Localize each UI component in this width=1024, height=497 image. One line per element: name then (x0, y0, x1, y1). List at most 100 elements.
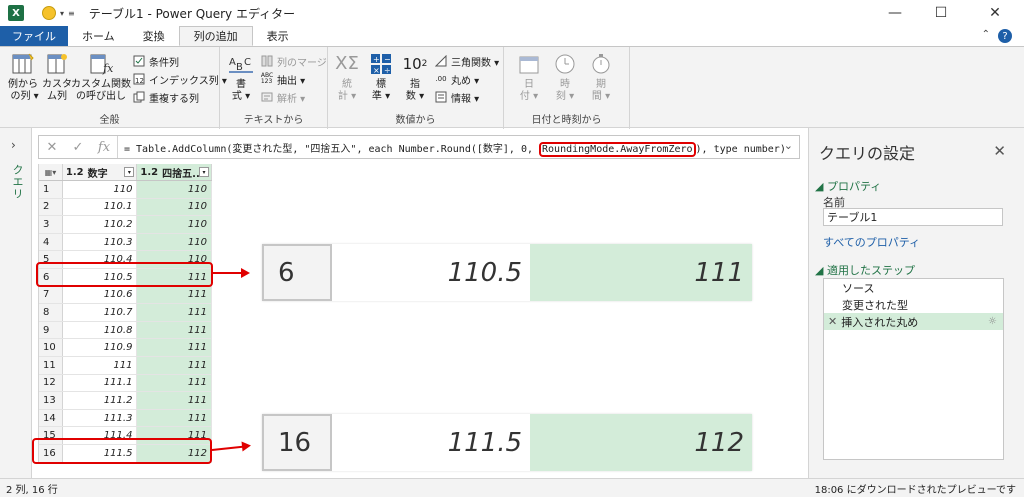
query-name-field[interactable]: テーブル1 (823, 208, 1003, 226)
confirm-formula-icon[interactable]: ✓ (65, 140, 91, 155)
table-row[interactable]: 10 110.9 111 (39, 339, 212, 357)
column-header-rounded[interactable]: 1.2 四捨五... ▾ (137, 164, 212, 180)
gear-icon[interactable]: ☼ (988, 316, 997, 327)
tab-file[interactable]: ファイル (0, 26, 68, 46)
applied-steps-header[interactable]: ◢ 適用したステップ (815, 262, 915, 278)
cell-rounded[interactable]: 111 (137, 356, 212, 374)
duplicate-column-button[interactable]: 重複する列 (132, 89, 199, 105)
smiley-feedback-icon[interactable] (42, 6, 56, 20)
function-fx-icon: fx (88, 51, 114, 77)
cell-rounded[interactable]: 110 (137, 198, 212, 216)
cell-number[interactable]: 111.1 (63, 374, 138, 392)
cell-number[interactable]: 110.2 (63, 216, 138, 233)
cell-number[interactable]: 110.1 (63, 198, 138, 216)
queries-pane-collapsed[interactable]: › クエリ (0, 128, 32, 478)
conditional-column-button[interactable]: 条件列 (132, 53, 179, 69)
index-column-button[interactable]: 12 インデックス列 ▾ (132, 71, 227, 87)
expand-formula-icon[interactable]: ⌄ (784, 139, 793, 152)
table-row[interactable]: 3 110.2 110 (39, 216, 212, 234)
table-row[interactable]: 12 111.1 111 (39, 374, 212, 393)
formula-input[interactable]: = Table.AddColumn(変更された型, "四捨五入", each N… (124, 140, 786, 157)
arrow-row-16 (211, 445, 244, 451)
cell-rounded[interactable]: 111 (137, 286, 212, 304)
filter-dropdown-icon[interactable]: ▾ (198, 167, 209, 177)
cell-number[interactable]: 111 (63, 356, 138, 374)
duration-button[interactable]: 期 間 ▾ (586, 51, 616, 103)
format-button[interactable]: ABC 書 式 ▾ (226, 51, 256, 103)
delete-step-icon[interactable]: ✕ (828, 315, 837, 328)
status-row-count: 2 列, 16 行 (6, 484, 58, 496)
cell-rounded[interactable]: 110 (137, 233, 212, 251)
time-button[interactable]: 時 刻 ▾ (550, 51, 580, 103)
duplicate-column-label: 重複する列 (149, 93, 199, 105)
close-button[interactable]: ✕ (972, 0, 1018, 26)
filter-dropdown-icon[interactable]: ▾ (124, 167, 135, 177)
cell-rounded[interactable]: 111 (137, 339, 212, 356)
information-button[interactable]: 情報 ▾ (434, 89, 479, 105)
scientific-button[interactable]: 10 2 指 数 ▾ (400, 51, 430, 103)
cell-number[interactable]: 110 (63, 181, 138, 198)
quick-access-dropdown-icon[interactable]: ▾ (60, 9, 64, 18)
customize-toolbar-icon[interactable]: ≡ (68, 9, 75, 18)
all-properties-link[interactable]: すべてのプロパティ (823, 234, 920, 250)
cell-rounded[interactable]: 111 (137, 321, 212, 339)
fx-icon[interactable]: fx (91, 140, 117, 155)
table-row[interactable]: 4 110.3 110 (39, 233, 212, 252)
table-row[interactable]: 11 111 111 (39, 356, 212, 375)
cell-rounded[interactable]: 111 (137, 374, 212, 392)
cell-number[interactable]: 110.7 (63, 304, 138, 321)
step-label: ソース (842, 281, 875, 295)
table-row[interactable]: 7 110.6 111 (39, 286, 212, 305)
parse-button[interactable]: 解析 ▾ (260, 89, 305, 105)
cell-number[interactable]: 110.3 (63, 233, 138, 251)
rounding-button[interactable]: .00 丸め ▾ (434, 71, 479, 87)
properties-header[interactable]: ◢ プロパティ (815, 178, 881, 194)
svg-text:fx: fx (102, 62, 113, 75)
table-menu-icon[interactable]: ▦▾ (39, 164, 63, 180)
cell-rounded[interactable]: 110 (137, 216, 212, 233)
cell-number[interactable]: 110.9 (63, 339, 138, 356)
table-row[interactable]: 9 110.8 111 (39, 321, 212, 340)
formula-highlight: RoundingMode.AwayFromZero (539, 141, 696, 157)
cell-rounded[interactable]: 111 (137, 392, 212, 409)
table-row[interactable]: 8 110.7 111 (39, 304, 212, 322)
cell-number[interactable]: 110.8 (63, 321, 138, 339)
standard-button[interactable]: + − × ÷ 標 準 ▾ (366, 51, 396, 103)
collapse-ribbon-icon[interactable]: ⌃ (982, 29, 990, 40)
step-item[interactable]: 変更された型 (824, 296, 1003, 313)
maximize-button[interactable]: ☐ (918, 0, 964, 26)
chevron-right-icon[interactable]: › (11, 138, 16, 152)
cell-number[interactable]: 111.2 (63, 392, 138, 409)
merge-columns-button[interactable]: 列のマージ (260, 53, 327, 69)
column-name-label: 数字 (87, 168, 108, 180)
close-icon[interactable]: ✕ (993, 142, 1006, 160)
cell-number[interactable]: 110.6 (63, 286, 138, 304)
tab-add-column[interactable]: 列の追加 (178, 26, 253, 46)
tab-home[interactable]: ホーム (68, 26, 129, 46)
scientific-power-icon: 10 2 (402, 55, 428, 73)
date-button[interactable]: 日 付 ▾ (514, 51, 544, 103)
column-from-examples-button[interactable]: 例から の列 ▾ (6, 51, 40, 103)
table-row[interactable]: 1 110 110 (39, 181, 212, 199)
help-icon[interactable]: ? (998, 29, 1012, 43)
table-row[interactable]: 13 111.2 111 (39, 392, 212, 410)
tab-transform[interactable]: 変換 (129, 26, 179, 46)
cancel-formula-icon[interactable]: ✕ (39, 140, 65, 155)
table-row[interactable]: 14 111.3 111 (39, 409, 212, 428)
step-item-selected[interactable]: ✕ 挿入された丸め ☼ (824, 313, 1003, 330)
cell-rounded[interactable]: 110 (137, 181, 212, 198)
invoke-custom-function-button[interactable]: fx カスタム関数 の呼び出し (71, 51, 131, 103)
column-header-number[interactable]: 1.2 数字 ▾ (63, 164, 138, 180)
custom-column-button[interactable]: カスタ ム列 (42, 51, 72, 103)
extract-button[interactable]: ABC 123 抽出 ▾ (260, 71, 305, 87)
ribbon-group-text: ABC 書 式 ▾ 列のマージ ABC 123 抽出 ▾ 解析 ▾ テキストから (220, 47, 328, 129)
cell-rounded[interactable]: 111 (137, 304, 212, 321)
trigonometry-button[interactable]: 三角関数 ▾ (434, 53, 499, 69)
step-item[interactable]: ソース (824, 279, 1003, 296)
tab-view[interactable]: 表示 (253, 26, 303, 46)
cell-rounded[interactable]: 111 (137, 409, 212, 427)
minimize-button[interactable]: — (872, 0, 918, 26)
table-row[interactable]: 2 110.1 110 (39, 198, 212, 217)
statistics-button[interactable]: XΣ 統 計 ▾ (332, 51, 362, 103)
cell-number[interactable]: 111.3 (63, 409, 138, 427)
